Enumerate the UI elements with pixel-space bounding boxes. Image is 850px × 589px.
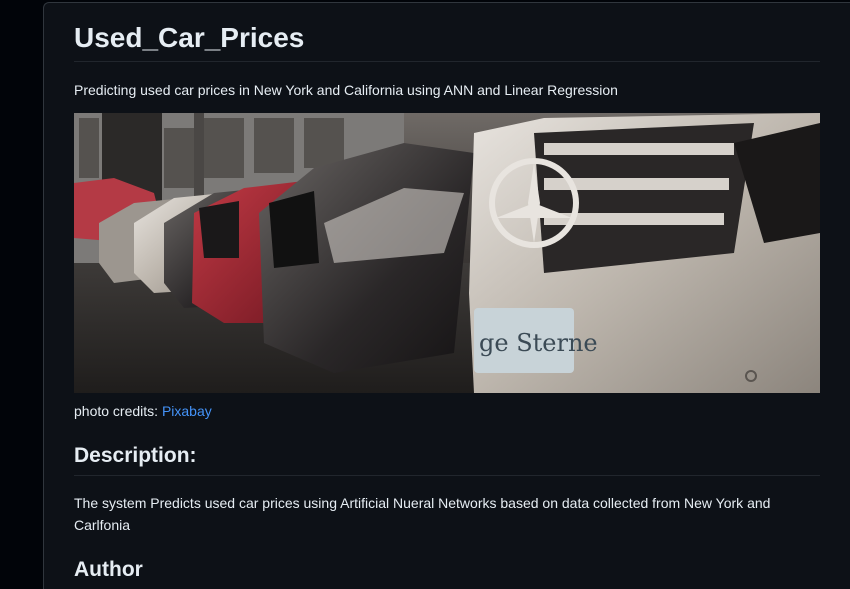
page: Used_Car_Prices Predicting used car pric…: [0, 0, 850, 589]
readme-container: Used_Car_Prices Predicting used car pric…: [43, 2, 850, 589]
photo-credits-label: photo credits:: [74, 403, 162, 419]
cars-photo: ge Sterne: [74, 113, 820, 393]
photo-credits: photo credits: Pixabay: [74, 401, 212, 421]
description-text: The system Predicts used car prices usin…: [74, 495, 771, 533]
plate-text: ge Sterne: [479, 329, 598, 357]
readme-title: Used_Car_Prices: [74, 20, 820, 62]
readme-subtitle: Predicting used car prices in New York a…: [74, 82, 618, 98]
hero-image-used-cars: ge Sterne: [74, 113, 820, 393]
pixabay-link[interactable]: Pixabay: [162, 403, 212, 419]
description-heading: Description:: [74, 442, 820, 476]
author-heading: Author: [74, 558, 143, 581]
